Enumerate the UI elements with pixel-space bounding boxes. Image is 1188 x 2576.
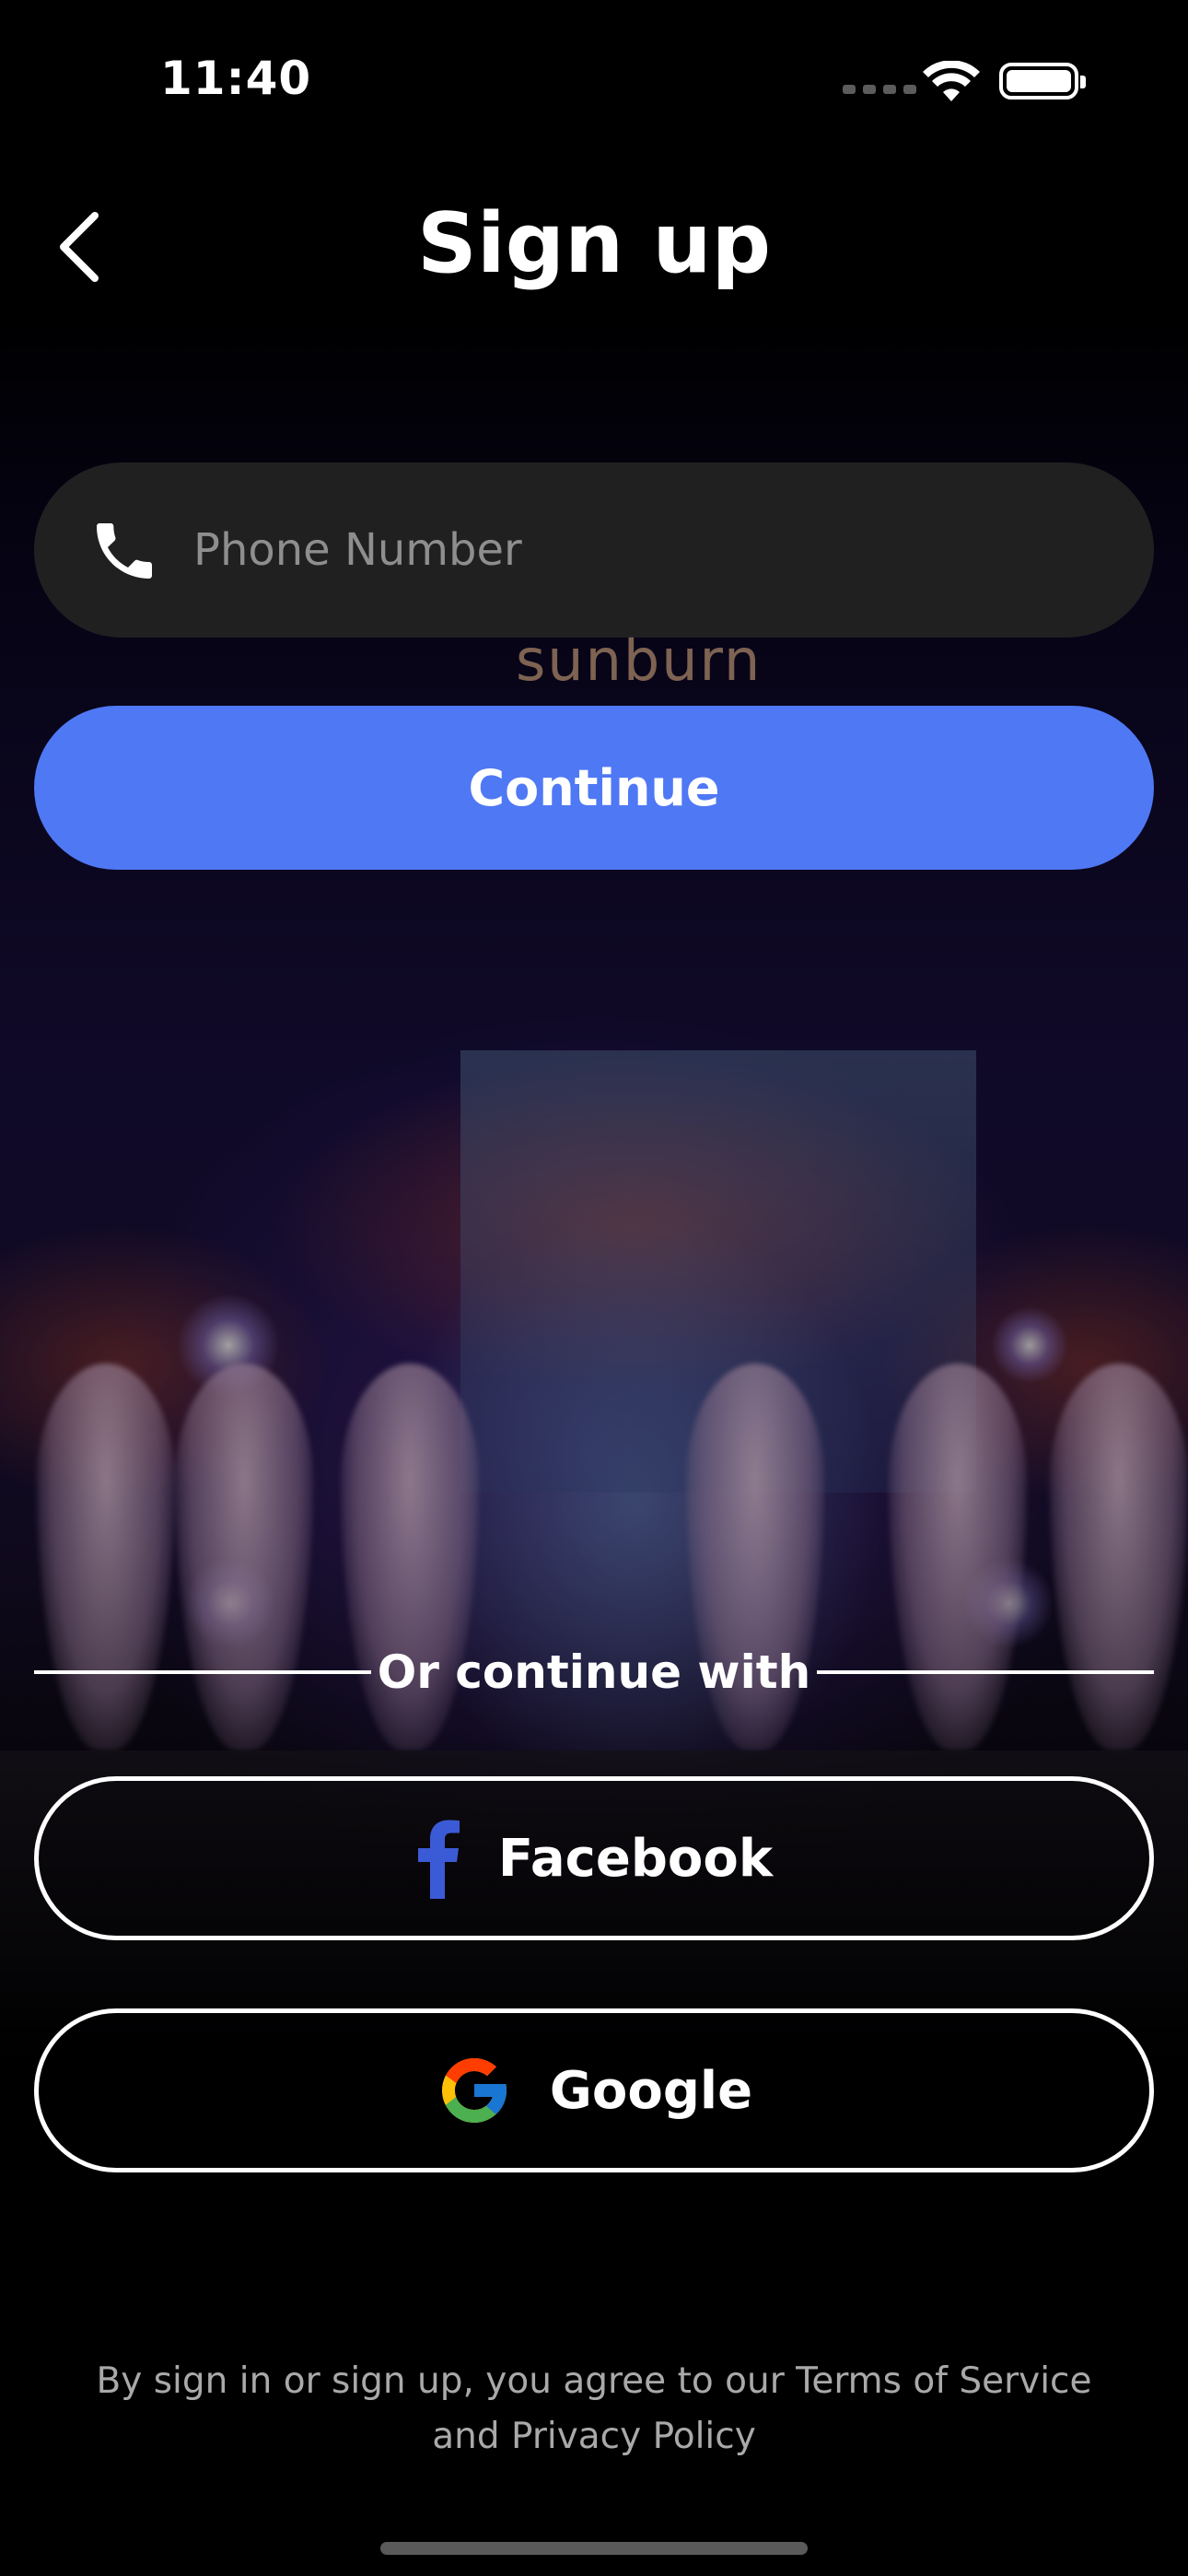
battery-icon	[999, 63, 1086, 100]
google-icon	[441, 2058, 507, 2123]
wifi-icon	[923, 61, 980, 101]
home-indicator[interactable]	[380, 2542, 808, 2555]
status-time: 11:40	[160, 52, 312, 105]
or-continue-divider: Or continue with	[34, 1640, 1154, 1704]
terms-line-1: By sign in or sign up, you agree to our …	[96, 2360, 1092, 2402]
cellular-signal-icon	[843, 85, 916, 94]
google-label: Google	[549, 2060, 753, 2121]
divider-line-right	[817, 1670, 1154, 1674]
background-overlay	[0, 0, 1188, 2576]
terms-line-2: and Privacy Policy	[432, 2416, 756, 2457]
facebook-label: Facebook	[497, 1828, 774, 1889]
phone-icon	[97, 523, 152, 579]
phone-number-input[interactable]	[193, 502, 1114, 598]
facebook-button[interactable]: Facebook	[34, 1776, 1154, 1940]
facebook-icon	[417, 1820, 460, 1899]
google-button[interactable]: Google	[34, 2008, 1154, 2172]
continue-button[interactable]: Continue	[34, 706, 1154, 870]
terms-text: By sign in or sign up, you agree to our …	[74, 2354, 1114, 2465]
status-bar: 11:40	[0, 0, 1188, 157]
page-title: Sign up	[417, 195, 771, 292]
